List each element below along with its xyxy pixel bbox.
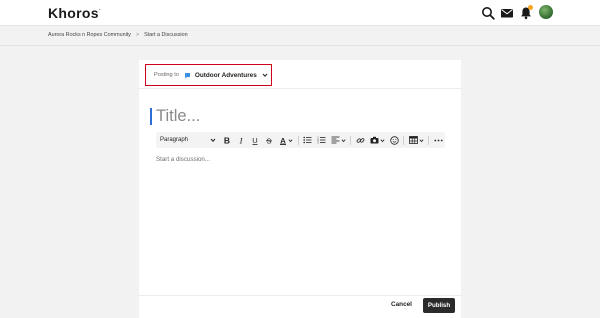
body-placeholder: Start a discussion... xyxy=(156,156,210,163)
search-icon[interactable] xyxy=(481,6,495,20)
cancel-button[interactable]: Cancel xyxy=(391,301,412,308)
chevron-down-icon xyxy=(419,138,424,142)
svg-text:A: A xyxy=(280,136,286,145)
title-input[interactable]: Title... xyxy=(150,105,440,127)
toolbar-divider xyxy=(428,135,430,145)
chevron-down-icon xyxy=(341,138,346,142)
body-editor[interactable]: Start a discussion... xyxy=(156,156,210,163)
publish-button[interactable]: Publish xyxy=(423,298,455,313)
italic-button[interactable]: I xyxy=(234,132,248,148)
discussion-editor-card: Posting to Outdoor Adventures Title... P… xyxy=(139,60,461,318)
chevron-down-icon xyxy=(380,138,385,142)
chevron-down-icon xyxy=(288,138,293,142)
insert-image-button[interactable] xyxy=(367,132,387,148)
notification-dot xyxy=(528,5,533,10)
board-icon xyxy=(184,72,190,78)
bulleted-list-button[interactable] xyxy=(301,132,315,148)
format-select-value: Paragraph xyxy=(160,137,189,143)
breadcrumb-divider xyxy=(0,45,600,46)
logo-text: Khoros xyxy=(48,5,99,21)
align-button[interactable] xyxy=(328,132,348,148)
bell-icon[interactable] xyxy=(519,5,533,20)
logo-mark: - xyxy=(98,7,101,13)
mail-icon[interactable] xyxy=(500,6,514,20)
posting-to-selector[interactable]: Posting to Outdoor Adventures xyxy=(145,64,272,86)
camera-icon xyxy=(370,136,379,144)
breadcrumb: Aurora Rocks n Ropes Community > Start a… xyxy=(48,32,188,38)
title-placeholder: Title... xyxy=(156,106,201,125)
board-name: Outdoor Adventures xyxy=(194,71,257,79)
chevron-down-icon xyxy=(262,73,268,77)
bold-button[interactable]: B xyxy=(220,132,234,148)
emoji-button[interactable] xyxy=(387,132,401,148)
svg-text:U: U xyxy=(252,136,257,145)
breadcrumb-item-community[interactable]: Aurora Rocks n Ropes Community xyxy=(48,32,131,38)
toolbar-divider xyxy=(403,135,405,145)
posting-divider xyxy=(139,88,461,89)
insert-table-button[interactable] xyxy=(406,132,426,148)
khoros-logo[interactable]: Khoros- xyxy=(48,5,101,21)
underline-button[interactable]: U xyxy=(248,132,262,148)
numbered-list-button[interactable]: 123 xyxy=(314,132,328,148)
posting-to-label: Posting to xyxy=(154,72,179,78)
chevron-right-icon: > xyxy=(136,32,140,38)
link-button[interactable] xyxy=(353,132,367,148)
svg-text:I: I xyxy=(238,136,243,145)
top-navigation-bar: Khoros- xyxy=(0,0,600,26)
user-avatar[interactable] xyxy=(539,5,553,19)
footer-divider xyxy=(139,295,461,296)
strikethrough-button[interactable]: S xyxy=(262,132,276,148)
rich-text-toolbar: Paragraph B I U S A 123 xyxy=(156,132,445,148)
svg-text:B: B xyxy=(224,136,230,145)
svg-text:3: 3 xyxy=(317,140,319,144)
more-options-button[interactable] xyxy=(431,132,445,148)
breadcrumb-item-current: Start a Discussion xyxy=(144,32,188,38)
toolbar-divider xyxy=(297,135,299,145)
paragraph-format-select[interactable]: Paragraph xyxy=(160,137,216,143)
toolbar-divider xyxy=(350,135,352,145)
chevron-down-icon xyxy=(210,138,216,142)
emoji-icon xyxy=(390,135,399,145)
text-color-button[interactable]: A xyxy=(276,132,296,148)
text-color-icon: A xyxy=(279,136,286,145)
table-icon xyxy=(408,136,418,144)
more-horizontal-icon xyxy=(433,139,443,141)
text-caret xyxy=(150,107,152,125)
align-left-icon xyxy=(331,136,340,144)
link-icon xyxy=(356,137,365,143)
